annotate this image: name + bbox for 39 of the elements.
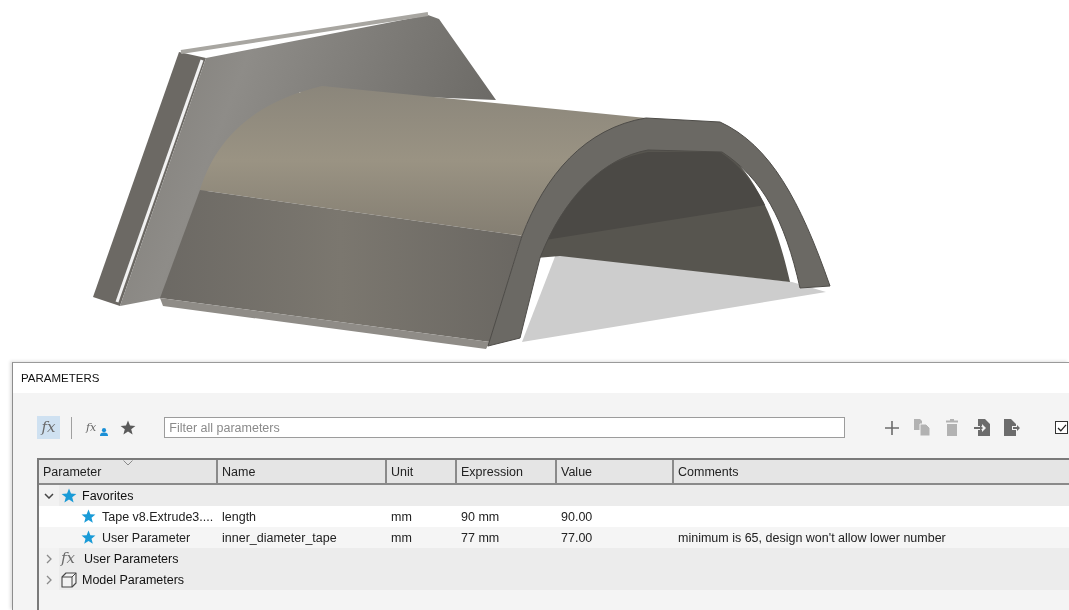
column-header[interactable]: Parameter: [39, 460, 218, 483]
all-parameters-filter-button[interactable]: fx: [37, 416, 60, 439]
table-cell: length: [222, 509, 257, 524]
documents-icon: [914, 419, 931, 436]
trash-icon: [946, 419, 959, 436]
table-cell: 77.00: [561, 530, 593, 545]
table-cell: User Parameter: [102, 530, 191, 545]
star-icon: [119, 419, 136, 436]
user-parameters-filter-button[interactable]: fx: [84, 416, 111, 439]
panel-title: PARAMETERS: [21, 372, 100, 384]
person-icon: [100, 427, 109, 436]
chevron-down-icon[interactable]: [44, 492, 54, 499]
column-header[interactable]: Comments: [674, 460, 1069, 483]
column-header[interactable]: Value: [557, 460, 674, 483]
table-cell: minimum is 65, design won't allow lower number: [678, 530, 946, 545]
group-label[interactable]: Model Parameters: [82, 572, 185, 587]
table-cell: 90 mm: [461, 509, 500, 524]
column-header[interactable]: Name: [218, 460, 387, 483]
chevron-right-icon[interactable]: [46, 574, 52, 585]
star-icon: [61, 487, 77, 504]
checkbox[interactable]: [1055, 421, 1068, 434]
table-cell: 90.00: [561, 509, 593, 524]
group-label[interactable]: User Parameters: [84, 551, 179, 566]
document-arrow-out-icon: [1004, 419, 1021, 436]
document-arrow-in-icon: [974, 419, 991, 436]
table-cell: 77 mm: [461, 530, 500, 545]
column-header[interactable]: Expression: [457, 460, 557, 483]
sort-caret-icon: [122, 460, 133, 466]
checkmark-icon: [1056, 423, 1067, 432]
group-label[interactable]: Favorites: [82, 488, 134, 503]
fx-symbol: fx: [61, 551, 76, 566]
table-cell: mm: [391, 530, 412, 545]
plus-icon: [885, 420, 900, 435]
table-cell: Tape v8.Extrude3....: [102, 509, 214, 524]
column-header[interactable]: Unit: [387, 460, 457, 483]
table-cell: mm: [391, 509, 412, 524]
table-cell: inner_diameter_tape: [222, 530, 337, 545]
chevron-right-icon[interactable]: [46, 553, 52, 564]
filter-field[interactable]: Filter all parameters: [164, 417, 846, 438]
